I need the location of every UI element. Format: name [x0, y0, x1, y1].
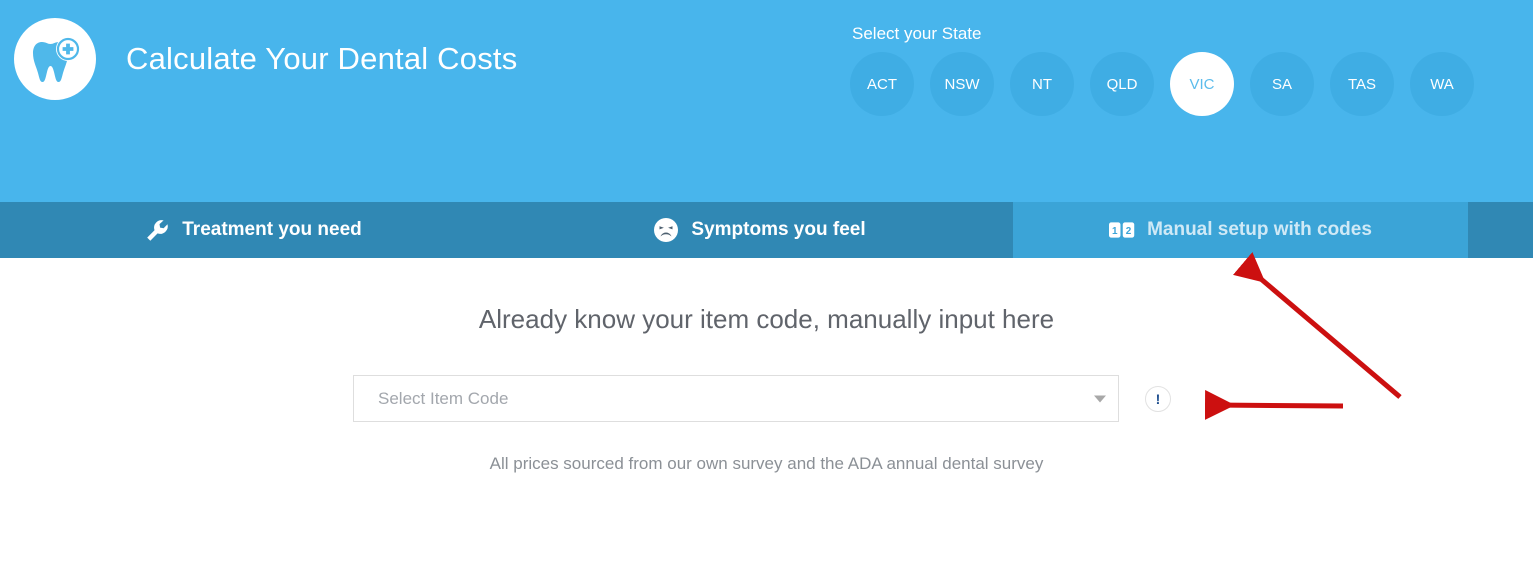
main-heading: Already know your item code, manually in…: [478, 304, 1055, 334]
state-picker-label: Select your State: [852, 24, 982, 43]
source-note: All prices sourced from our own survey a…: [489, 454, 1044, 473]
page-header: Calculate Your Dental Costs Select your …: [0, 0, 1533, 202]
state-button-act[interactable]: ACT: [850, 52, 914, 116]
tooth-with-medical-cross-icon: [14, 18, 96, 100]
state-picker: Select your State ACT NSW NT QLD VIC SA …: [850, 24, 1474, 116]
state-button-nt[interactable]: NT: [1010, 52, 1074, 116]
item-code-placeholder: Select Item Code: [378, 388, 509, 408]
wrench-icon: [144, 217, 170, 243]
page-title: Calculate Your Dental Costs: [126, 41, 518, 76]
brand: Calculate Your Dental Costs: [14, 18, 517, 100]
state-button-row: ACT NSW NT QLD VIC SA TAS WA: [850, 52, 1474, 116]
state-button-sa[interactable]: SA: [1250, 52, 1314, 116]
main-content: Already know your item code, manually in…: [0, 258, 1533, 577]
tab-manual-setup-with-codes[interactable]: 1 2 Manual setup with codes: [1013, 202, 1468, 258]
info-button[interactable]: !: [1145, 385, 1171, 412]
svg-text:2: 2: [1126, 226, 1132, 237]
state-button-tas[interactable]: TAS: [1330, 52, 1394, 116]
state-button-vic[interactable]: VIC: [1170, 52, 1234, 116]
tab-symptoms-you-feel[interactable]: Symptoms you feel: [506, 202, 1013, 258]
state-button-qld[interactable]: QLD: [1090, 52, 1154, 116]
chevron-down-icon: [1094, 395, 1106, 402]
tab-label: Symptoms you feel: [691, 219, 866, 240]
tab-bar: Treatment you need Symptoms you feel 1 2…: [0, 202, 1533, 258]
item-code-row: Select Item Code !: [353, 375, 1171, 422]
tab-treatment-you-need[interactable]: Treatment you need: [0, 202, 506, 258]
tab-label: Treatment you need: [182, 219, 362, 240]
one-two-digits-icon: 1 2: [1109, 217, 1135, 243]
tab-label: Manual setup with codes: [1147, 219, 1372, 240]
item-code-select[interactable]: Select Item Code: [353, 375, 1119, 422]
state-button-nsw[interactable]: NSW: [930, 52, 994, 116]
tab-bar-filler: [1468, 202, 1533, 258]
svg-text:1: 1: [1112, 226, 1118, 237]
state-button-wa[interactable]: WA: [1410, 52, 1474, 116]
sad-face-icon: [653, 217, 679, 243]
